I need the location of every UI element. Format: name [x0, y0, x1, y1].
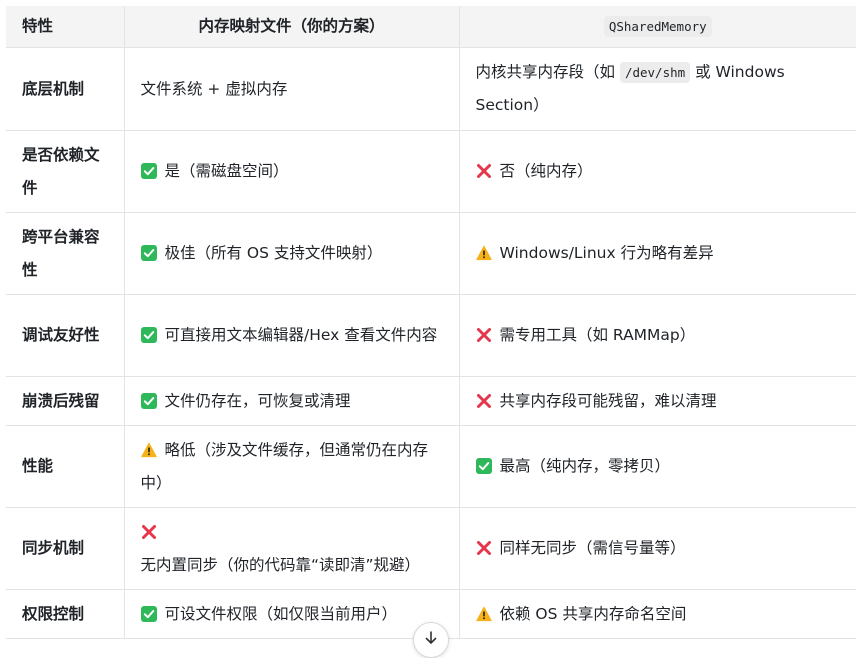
mmf-cell: 文件系统 + 虚拟内存 [124, 47, 460, 131]
warning-icon [475, 606, 492, 622]
cell-text: 无内置同步（你的代码靠“读即清”规避） [140, 555, 421, 574]
check-icon [475, 458, 492, 474]
qsm-cell: 否（纯内存） [459, 130, 856, 213]
cell-text: 否（纯内存） [499, 162, 593, 180]
qsm-cell: 同样无同步（需信号量等） [459, 507, 856, 590]
feature-cell: 是否依赖文件 [6, 130, 125, 213]
feature-cell: 崩溃后残留 [6, 376, 125, 426]
cell-text: 共享内存段可能残留，难以清理 [499, 391, 717, 410]
warning-icon [140, 442, 157, 458]
scroll-down-button[interactable] [413, 622, 449, 658]
table-row: 调试友好性 可直接用文本编辑器/Hex 查看文件内容 需专用工具（如 RAMMap） [6, 294, 856, 377]
inline-code: QSharedMemory [603, 16, 712, 37]
qsm-cell: 依赖 OS 共享内存命名空间 [459, 589, 856, 639]
cell-text: 同样无同步（需信号量等） [499, 539, 686, 557]
table-row: 崩溃后残留 文件仍存在，可恢复或清理 共享内存段可能残留，难以清理 [6, 376, 856, 426]
qsm-cell: 最高（纯内存，零拷贝） [459, 425, 856, 508]
mmf-cell: 无内置同步（你的代码靠“读即清”规避） [124, 507, 460, 590]
cross-icon [141, 524, 157, 540]
cell-text: 文件仍存在，可恢复或清理 [164, 391, 351, 410]
cross-icon [476, 163, 492, 179]
table-row: 同步机制 无内置同步（你的代码靠“读即清”规避） 同样无同步（需信号量等） [6, 507, 856, 590]
check-icon [140, 327, 157, 343]
cell-text: 可设文件权限（如仅限当前用户） [164, 604, 398, 623]
qsm-cell: 内核共享内存段（如 /dev/shm 或 Windows Section） [459, 47, 856, 131]
table-header-row: 特性 内存映射文件（你的方案） QSharedMemory [6, 6, 856, 48]
cell-text: 可直接用文本编辑器/Hex 查看文件内容 [164, 326, 438, 344]
cell-text: 文件系统 + 虚拟内存 [140, 79, 288, 98]
feature-cell: 底层机制 [6, 47, 125, 131]
check-icon [140, 163, 157, 179]
mmf-cell: 文件仍存在，可恢复或清理 [124, 376, 460, 426]
feature-cell: 性能 [6, 425, 125, 508]
table-row: 底层机制 文件系统 + 虚拟内存 内核共享内存段（如 /dev/shm 或 Wind… [6, 47, 856, 131]
mmf-cell: 极佳（所有 OS 支持文件映射） [124, 212, 460, 295]
cell-text: 是（需磁盘空间） [164, 162, 289, 180]
qsm-cell: 需专用工具（如 RAMMap） [459, 294, 856, 377]
check-icon [140, 392, 157, 409]
cross-icon [476, 393, 492, 409]
cross-icon [476, 540, 492, 556]
header-feature: 特性 [6, 6, 125, 48]
qsm-cell: 共享内存段可能残留，难以清理 [459, 376, 856, 426]
mmf-cell: 略低（涉及文件缓存，但通常仍在内存中） [124, 425, 460, 508]
feature-cell: 同步机制 [6, 507, 125, 590]
cross-icon [476, 327, 492, 343]
cell-text: 最高（纯内存，零拷贝） [499, 457, 671, 475]
feature-cell: 跨平台兼容性 [6, 212, 125, 295]
cell-text: 极佳（所有 OS 支持文件映射） [164, 244, 383, 262]
header-qsm: QSharedMemory [459, 6, 856, 48]
header-mmf: 内存映射文件（你的方案） [124, 6, 460, 48]
qsm-cell: Windows/Linux 行为略有差异 [459, 212, 856, 295]
check-icon [140, 605, 157, 622]
mmf-cell: 是（需磁盘空间） [124, 130, 460, 213]
cell-text: 内核共享内存段（如 [475, 63, 620, 81]
table-row: 跨平台兼容性 极佳（所有 OS 支持文件映射） Windows/Linux 行为略有… [6, 212, 856, 295]
arrow-down-icon [425, 631, 437, 644]
inline-code: /dev/shm [619, 62, 691, 83]
comparison-table: 特性 内存映射文件（你的方案） QSharedMemory 底层机制 文件系统 +… [6, 6, 856, 639]
cell-text: 依赖 OS 共享内存命名空间 [499, 604, 687, 623]
cell-text: Windows/Linux 行为略有差异 [499, 244, 714, 262]
check-icon [140, 245, 157, 261]
warning-icon [475, 245, 492, 261]
feature-cell: 权限控制 [6, 589, 125, 639]
mmf-cell: 可设文件权限（如仅限当前用户） [124, 589, 460, 639]
mmf-cell: 可直接用文本编辑器/Hex 查看文件内容 [124, 294, 460, 377]
cell-text: 需专用工具（如 RAMMap） [499, 326, 696, 344]
table-row: 性能 略低（涉及文件缓存，但通常仍在内存中） 最高（纯内存，零拷贝） [6, 425, 856, 508]
cell-text: 略低（涉及文件缓存，但通常仍在内存中） [140, 440, 429, 492]
feature-cell: 调试友好性 [6, 294, 125, 377]
table-row: 是否依赖文件 是（需磁盘空间） 否（纯内存） [6, 130, 856, 213]
